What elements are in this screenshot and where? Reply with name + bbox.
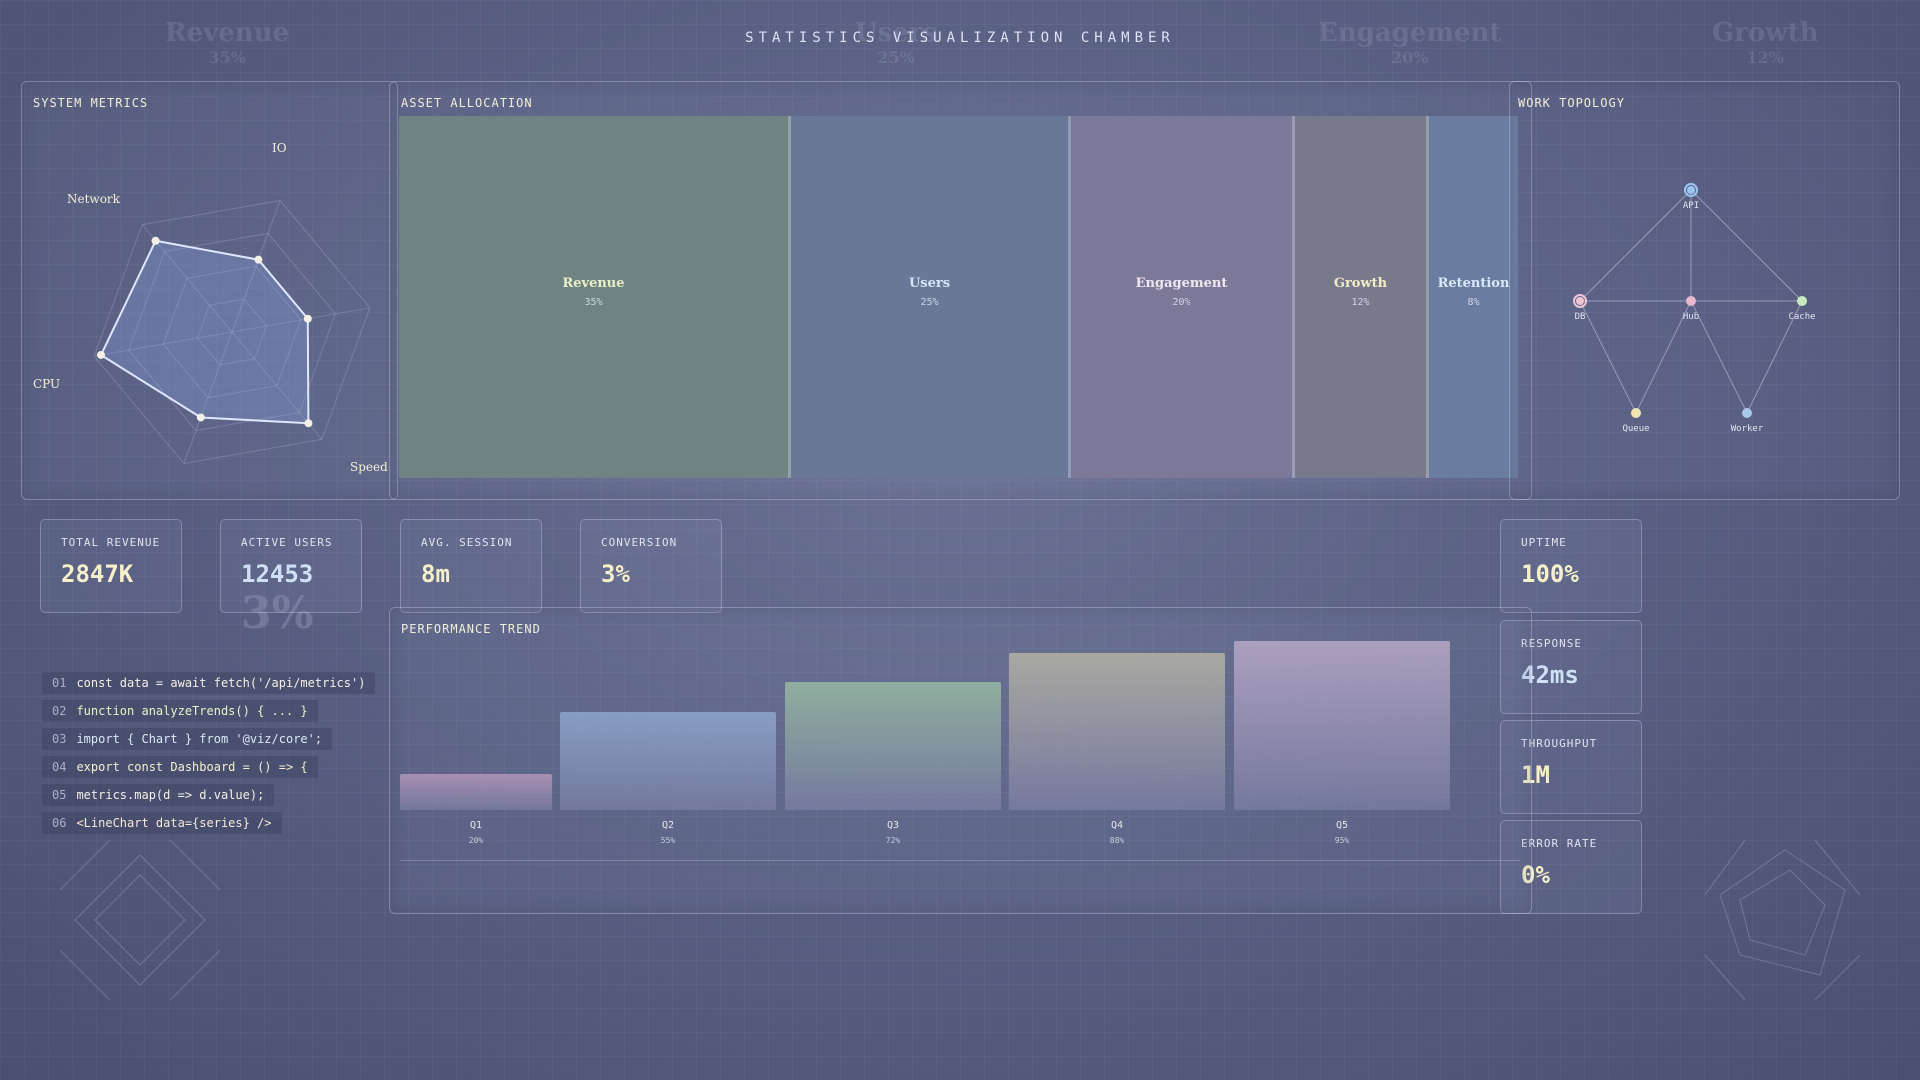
radar-point [303, 314, 312, 323]
bar-value-label: 55% [660, 836, 676, 845]
code-line: 05 metrics.map(d => d.value); [42, 784, 275, 806]
asset-allocation-title: ASSET ALLOCATION [401, 96, 533, 110]
treemap: Revenue 35% Users 25% Engagement 20% Growth 12%… [399, 116, 1518, 478]
bar-value-label: 72% [885, 836, 901, 845]
metric-label: ERROR RATE [1521, 837, 1598, 850]
asset-allocation-panel: ASSET ALLOCATION Revenue 35% Users 25% Engag… [389, 81, 1532, 500]
topology-node-worker[interactable]: Worker [1731, 408, 1764, 434]
radar-axis-label-network: Network [67, 192, 121, 206]
metric-label: AVG. SESSION [421, 536, 513, 549]
radar-point [304, 419, 313, 428]
treemap-cell-retention[interactable]: Retention 8% [1429, 116, 1518, 478]
decorative-wireframe-left [59, 839, 221, 1001]
topology-node-queue[interactable]: Queue [1622, 408, 1650, 434]
metric-value: 12453 [241, 560, 314, 588]
svg-text:Hub: Hub [1683, 312, 1699, 322]
metric-card-avg-session[interactable]: AVG. SESSION 8m [400, 519, 542, 613]
code-line: 04 export const Dashboard = () => { [42, 756, 318, 778]
metric-label: ACTIVE USERS [241, 536, 333, 549]
radar-point [151, 236, 160, 245]
radar-point [254, 255, 263, 264]
bar-value-label: 95% [1334, 836, 1350, 845]
treemap-cell-revenue[interactable]: Revenue 35% [399, 116, 791, 478]
radar-point [96, 350, 105, 359]
svg-text:API: API [1683, 201, 1699, 211]
metric-value: 100% [1521, 560, 1579, 588]
bar-chart: Q1 20% Q2 55% Q3 72% Q4 88% Q5 95% [390, 608, 1531, 913]
bar-q1[interactable] [400, 774, 552, 810]
treemap-cell-growth[interactable]: Growth 12% [1295, 116, 1429, 478]
page-title: STATISTICS VISUALIZATION CHAMBER [745, 30, 1175, 46]
bar-value-label: 20% [468, 836, 484, 845]
topology-node-cache[interactable]: Cache [1788, 296, 1816, 322]
code-line: 06 <LineChart data={series} /> [42, 812, 282, 834]
bar-category-label: Q1 [469, 820, 483, 831]
metric-label: THROUGHPUT [1521, 737, 1598, 750]
code-line: 01 const data = await fetch('/api/metrics… [42, 672, 376, 694]
radar-point [196, 413, 205, 422]
treemap-cell-label: Revenue [562, 276, 625, 291]
performance-trend-panel: PERFORMANCE TREND Q1 20% Q2 55% Q3 72% Q4 88% Q5… [389, 607, 1532, 914]
metric-label: UPTIME [1521, 536, 1567, 549]
svg-text:DB: DB [1575, 312, 1586, 322]
bar-category-label: Q2 [661, 820, 675, 831]
bar-q3[interactable] [785, 682, 1001, 810]
metric-card-conversion[interactable]: CONVERSION 3% [580, 519, 722, 613]
svg-text:Worker: Worker [1731, 424, 1764, 434]
bar-q5[interactable] [1234, 641, 1450, 810]
metric-card-uptime[interactable]: UPTIME 100% [1500, 519, 1642, 613]
network-topology-panel: WORK TOPOLOGY API DB Hub Cache Queue Wor… [1509, 81, 1900, 500]
treemap-cell-engagement[interactable]: Engagement 20% [1071, 116, 1295, 478]
topology-graph: API DB Hub Cache Queue Worker [1573, 183, 1816, 434]
radar-axis-label-io: IO [272, 141, 287, 155]
bar-q2[interactable] [560, 712, 776, 810]
bar-category-label: Q5 [1335, 820, 1349, 831]
radar-axis-label-speed: Speed [350, 460, 388, 474]
treemap-cell-label: Engagement [1135, 276, 1228, 291]
bar-category-label: Q3 [886, 820, 900, 831]
treemap-cell-users[interactable]: Users 25% [791, 116, 1071, 478]
svg-text:Cache: Cache [1788, 312, 1815, 322]
metric-card-total-revenue[interactable]: TOTAL REVENUE 2847K [40, 519, 182, 613]
treemap-cell-pct: 8% [1467, 297, 1480, 308]
metric-value: 8m [421, 560, 450, 588]
code-line: 03 import { Chart } from '@viz/core'; [42, 728, 333, 750]
metric-label: TOTAL REVENUE [61, 536, 161, 549]
decorative-wireframe-right [1704, 839, 1861, 1001]
ghost-conversion-value: 3% [241, 588, 314, 639]
treemap-cell-label: Retention [1437, 276, 1510, 291]
treemap-cell-label: Growth [1333, 276, 1388, 291]
chart-baseline [400, 860, 1520, 861]
metric-label: CONVERSION [601, 536, 678, 549]
system-metrics-panel: SYSTEM METRICS IO Network CPU Speed [21, 81, 398, 500]
metric-value: 2847K [61, 560, 134, 588]
bar-q4[interactable] [1009, 653, 1225, 810]
treemap-cell-pct: 25% [920, 297, 939, 308]
treemap-cell-pct: 35% [584, 297, 603, 308]
radar-series [99, 239, 310, 425]
treemap-cell-pct: 20% [1172, 297, 1191, 308]
bar-category-label: Q4 [1110, 820, 1124, 831]
code-line: 02 function analyzeTrends() { ... } [42, 700, 318, 722]
metric-value: 3% [601, 560, 630, 588]
treemap-cell-label: Users [908, 276, 951, 291]
treemap-cell-pct: 12% [1351, 297, 1370, 308]
radar-chart: IO Network CPU Speed [33, 141, 388, 474]
svg-text:Queue: Queue [1622, 424, 1649, 434]
bar-value-label: 88% [1109, 836, 1125, 845]
radar-axis-label-cpu: CPU [33, 377, 60, 391]
topology-node-hub[interactable]: Hub [1683, 296, 1699, 322]
